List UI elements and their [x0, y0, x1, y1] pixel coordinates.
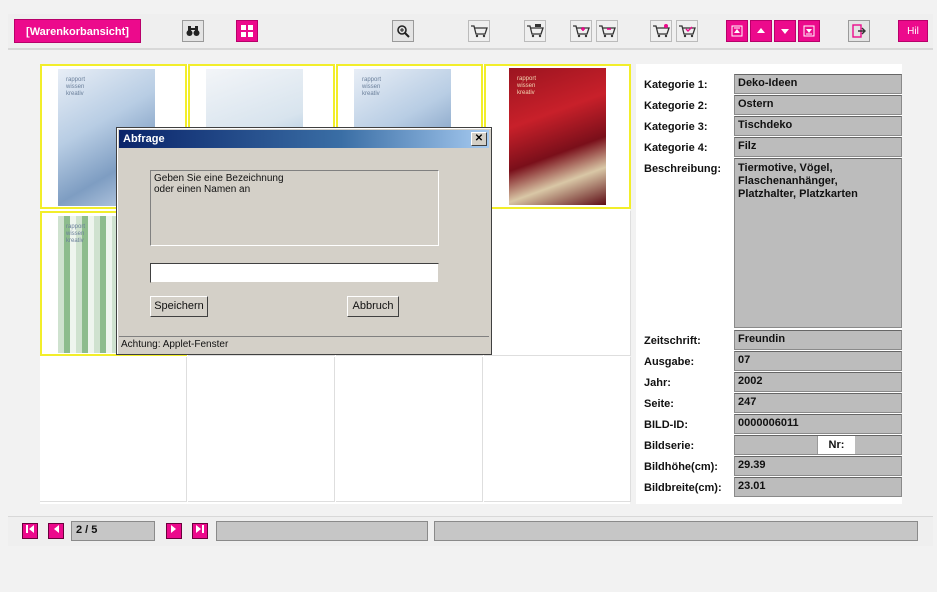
grid-view-icon[interactable] — [236, 20, 258, 42]
status-field — [434, 521, 918, 541]
field-value: Tischdeko — [734, 116, 902, 136]
field-value: Deko-Ideen — [734, 74, 902, 94]
pagination-bar: 2 / 5 — [8, 516, 933, 546]
field-value: 247 — [734, 393, 902, 413]
field-value: 23.01 — [734, 477, 902, 497]
field-value: 29.39 — [734, 456, 902, 476]
arrow-first-icon[interactable] — [726, 20, 748, 42]
arrow-last-icon[interactable] — [798, 20, 820, 42]
field-value: Ostern — [734, 95, 902, 115]
basket-view-button[interactable]: [Warenkorbansicht] — [14, 19, 141, 43]
cart-remove-icon[interactable] — [596, 20, 618, 42]
status-field — [216, 521, 428, 541]
field-value: 07 — [734, 351, 902, 371]
query-dialog: Abfrage ✕ Geben Sie eine Bezeichnung ode… — [116, 127, 492, 355]
toolbar: [Warenkorbansicht] Hil — [8, 14, 933, 50]
binoculars-icon[interactable] — [182, 20, 204, 42]
help-button[interactable]: Hil — [898, 20, 928, 42]
cart-plus-icon[interactable] — [650, 20, 672, 42]
cart-add-icon[interactable] — [570, 20, 592, 42]
grid-cell[interactable] — [40, 357, 187, 502]
cart-all-icon[interactable] — [524, 20, 546, 42]
page-indicator: 2 / 5 — [71, 521, 155, 541]
nr-value — [855, 436, 901, 454]
prev-page-icon[interactable] — [48, 523, 64, 539]
dialog-message: Geben Sie eine Bezeichnung oder einen Na… — [150, 170, 439, 246]
save-button[interactable]: Speichern — [150, 296, 208, 317]
field-label: Zeitschrift: — [644, 335, 701, 347]
field-label: Kategorie 4: — [644, 142, 708, 154]
dialog-title: Abfrage — [123, 133, 165, 145]
field-label: BILD-ID: — [644, 419, 688, 431]
zoom-icon[interactable] — [392, 20, 414, 42]
field-label: Ausgabe: — [644, 356, 695, 368]
field-label: Kategorie 3: — [644, 121, 708, 133]
thumbnail-text: rapport wissen kreativ — [66, 224, 86, 244]
image-series-field: Nr: — [734, 435, 902, 455]
details-panel: Kategorie 1: Deko-Ideen Kategorie 2: Ost… — [636, 64, 902, 504]
cart-check-icon[interactable] — [676, 20, 698, 42]
arrow-down-icon[interactable] — [774, 20, 796, 42]
arrow-up-icon[interactable] — [750, 20, 772, 42]
exit-icon[interactable] — [848, 20, 870, 42]
grid-cell[interactable] — [336, 357, 483, 502]
dialog-title-bar[interactable]: Abfrage ✕ — [119, 130, 489, 148]
applet-warning: Achtung: Applet-Fenster — [119, 336, 489, 352]
field-label: Kategorie 2: — [644, 100, 708, 112]
thumbnail-image: rapport wissen kreativ — [509, 68, 606, 205]
next-page-icon[interactable] — [166, 523, 182, 539]
thumbnail-text: rapport wissen kreativ — [362, 77, 382, 97]
grid-cell[interactable] — [188, 357, 335, 502]
first-page-icon[interactable] — [22, 523, 38, 539]
name-input[interactable] — [150, 263, 439, 283]
field-label: Seite: — [644, 398, 674, 410]
nr-label: Nr: — [817, 436, 855, 454]
grid-cell[interactable]: rapport wissen kreativ — [484, 64, 631, 209]
thumbnail-text: rapport wissen kreativ — [66, 77, 86, 97]
field-label: Jahr: — [644, 377, 671, 389]
field-label: Beschreibung: — [644, 163, 722, 175]
field-value: 0000006011 — [734, 414, 902, 434]
field-label: Bildhöhe(cm): — [644, 461, 718, 473]
grid-cell[interactable] — [484, 357, 631, 502]
description-value: Tiermotive, Vögel, Flaschenanhänger, Pla… — [734, 158, 902, 328]
field-label: Bildserie: — [644, 440, 695, 452]
last-page-icon[interactable] — [192, 523, 208, 539]
cart-icon[interactable] — [468, 20, 490, 42]
cancel-button[interactable]: Abbruch — [347, 296, 399, 317]
grid-cell[interactable] — [484, 211, 631, 356]
field-label: Kategorie 1: — [644, 79, 708, 91]
field-value: 2002 — [734, 372, 902, 392]
thumbnail-text: rapport wissen kreativ — [517, 76, 537, 96]
field-label: Bildbreite(cm): — [644, 482, 722, 494]
close-icon[interactable]: ✕ — [471, 132, 487, 146]
field-value: Freundin — [734, 330, 902, 350]
field-value: Filz — [734, 137, 902, 157]
